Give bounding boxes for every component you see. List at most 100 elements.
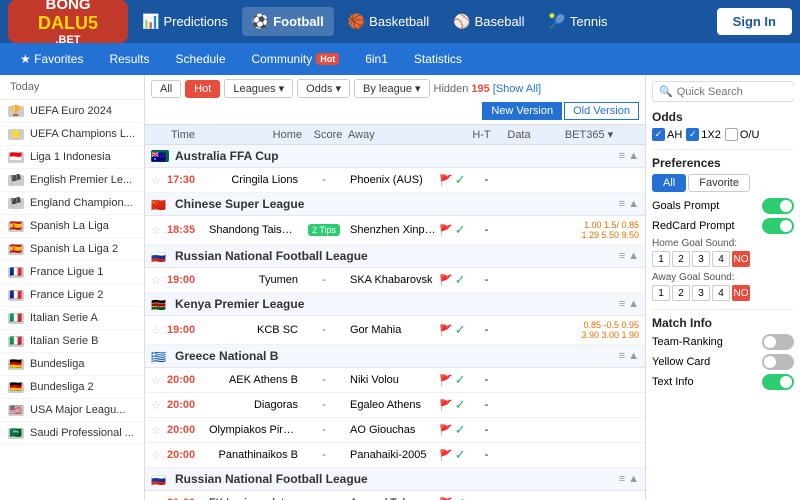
- favorite-star[interactable]: ☆: [151, 274, 167, 287]
- filter-bar: All Hot Leagues ▾ Odds ▾ By league ▾ Hid…: [145, 75, 645, 125]
- odds-check-ou: O/U: [725, 128, 760, 141]
- favorite-star[interactable]: ☆: [151, 374, 167, 387]
- match-time: 20:00: [167, 449, 209, 461]
- league-header-greece[interactable]: 🇬🇷 Greece National B ≡▲: [145, 345, 645, 368]
- favorite-star[interactable]: ☆: [151, 399, 167, 412]
- col-time-header: Time: [171, 129, 216, 141]
- home-goal-sound-label: Home Goal Sound:: [652, 238, 794, 249]
- nav-favorites[interactable]: ★ Favorites: [8, 48, 95, 70]
- away-goal-sound-label: Away Goal Sound:: [652, 272, 794, 283]
- divider: [652, 149, 794, 150]
- match-ht: -: [469, 374, 504, 386]
- sidebar-item-laliga2[interactable]: 🇪🇸 Spanish La Liga 2: [0, 238, 144, 261]
- search-icon: 🔍: [659, 85, 673, 98]
- predictions-icon: 📊: [142, 13, 159, 30]
- sidebar-item-saudi[interactable]: 🇸🇦 Saudi Professional ...: [0, 422, 144, 445]
- redcard-prompt-toggle[interactable]: [762, 218, 794, 234]
- nav-results[interactable]: Results: [97, 48, 161, 70]
- match-ht: -: [469, 324, 504, 336]
- away-sound-4[interactable]: 4: [712, 285, 730, 301]
- away-sound-1[interactable]: 1: [652, 285, 670, 301]
- league-header-kenya[interactable]: 🇰🇪 Kenya Premier League ≡▲: [145, 293, 645, 316]
- away-sound-3[interactable]: 3: [692, 285, 710, 301]
- sidebar-item-ligue1[interactable]: 🇫🇷 France Ligue 1: [0, 261, 144, 284]
- home-sound-2[interactable]: 2: [672, 251, 690, 267]
- filter-all[interactable]: All: [151, 80, 181, 98]
- nav-schedule[interactable]: Schedule: [163, 48, 237, 70]
- nav-basketball[interactable]: 🏀 Basketball: [338, 7, 439, 36]
- league-header-russia1[interactable]: 🇷🇺 Russian National Football League ≡▲: [145, 245, 645, 268]
- filter-hot[interactable]: Hot: [185, 80, 220, 98]
- nav-community[interactable]: Community Hot: [240, 48, 352, 70]
- new-version-btn[interactable]: New Version: [482, 102, 562, 120]
- match-flags: 🚩✓: [439, 397, 469, 413]
- filter-leagues[interactable]: Leagues ▾: [224, 79, 293, 98]
- sidebar-item-bundesliga2[interactable]: 🇩🇪 Bundesliga 2: [0, 376, 144, 399]
- logo-line2: DALU5: [38, 14, 98, 34]
- goals-prompt-toggle[interactable]: [762, 198, 794, 214]
- sidebar-item-bundesliga[interactable]: 🇩🇪 Bundesliga: [0, 353, 144, 376]
- favorite-star[interactable]: ☆: [151, 174, 167, 187]
- pref-tab-favorite[interactable]: Favorite: [688, 174, 750, 192]
- search-input[interactable]: [677, 86, 800, 98]
- ou-checkbox[interactable]: [725, 128, 738, 141]
- match-ht: -: [469, 174, 504, 186]
- nav-football[interactable]: ⚽ Football: [242, 7, 334, 36]
- sidebar-flag: 🇪🇸: [8, 244, 24, 255]
- home-sound-no[interactable]: NO: [732, 251, 750, 267]
- match-flags: 🚩✓: [439, 447, 469, 463]
- text-info-label: Text Info: [652, 376, 694, 388]
- hidden-count: 195: [471, 83, 489, 95]
- favorite-star[interactable]: ☆: [151, 224, 167, 237]
- 1x2-label: 1X2: [701, 129, 721, 141]
- sidebar-item-champions[interactable]: ⭐ UEFA Champions L...: [0, 123, 144, 146]
- home-sound-1[interactable]: 1: [652, 251, 670, 267]
- yellow-card-toggle[interactable]: [762, 354, 794, 370]
- odds-section: Odds ✓ AH ✓ 1X2 O/U: [652, 110, 794, 141]
- nav-6in1[interactable]: 6in1: [353, 48, 400, 70]
- text-info-toggle[interactable]: [762, 374, 794, 390]
- favorite-star[interactable]: ☆: [151, 324, 167, 337]
- league-header-australia[interactable]: 🇦🇺 Australia FFA Cup ≡▲: [145, 145, 645, 168]
- nav-baseball[interactable]: ⚾ Baseball: [443, 7, 534, 36]
- match-row: ☆ 20:00 Olympiakos Piraeus B - AO Giouch…: [145, 418, 645, 443]
- nav-predictions[interactable]: 📊 Predictions: [132, 7, 238, 36]
- favorite-star[interactable]: ☆: [151, 449, 167, 462]
- sidebar-item-liga1[interactable]: 🇮🇩 Liga 1 Indonesia: [0, 146, 144, 169]
- league-header-china[interactable]: 🇨🇳 Chinese Super League ≡▲: [145, 193, 645, 216]
- sidebar-item-laliga[interactable]: 🇪🇸 Spanish La Liga: [0, 215, 144, 238]
- sidebar-item-serieb[interactable]: 🇮🇹 Italian Serie B: [0, 330, 144, 353]
- league-header-russia2[interactable]: 🇷🇺 Russian National Football League ≡▲: [145, 468, 645, 491]
- away-sound-2[interactable]: 2: [672, 285, 690, 301]
- sidebar-item-seriea[interactable]: 🇮🇹 Italian Serie A: [0, 307, 144, 330]
- second-navigation: ★ Favorites Results Schedule Community H…: [0, 43, 800, 75]
- nav-statistics[interactable]: Statistics: [402, 48, 474, 70]
- home-sound-4[interactable]: 4: [712, 251, 730, 267]
- match-flags: 🚩✓: [439, 172, 469, 188]
- match-time: 20:00: [167, 374, 209, 386]
- filter-odds[interactable]: Odds ▾: [297, 79, 350, 98]
- 1x2-checkbox[interactable]: ✓: [686, 128, 699, 141]
- nav-tennis[interactable]: 🎾 Tennis: [538, 7, 617, 36]
- logo-line1: BONG: [38, 0, 98, 14]
- favorite-star[interactable]: ☆: [151, 424, 167, 437]
- sidebar-flag: 🇫🇷: [8, 290, 24, 301]
- sidebar-item-mls[interactable]: 🇺🇸 USA Major Leagu...: [0, 399, 144, 422]
- match-home: Cringila Lions: [209, 174, 304, 186]
- away-sound-no[interactable]: NO: [732, 285, 750, 301]
- ah-checkbox[interactable]: ✓: [652, 128, 665, 141]
- sidebar-item-premier[interactable]: 🏴 English Premier Le...: [0, 169, 144, 192]
- pref-tab-all[interactable]: All: [652, 174, 686, 192]
- show-all-link[interactable]: [Show All]: [493, 83, 541, 95]
- team-ranking-toggle[interactable]: [762, 334, 794, 350]
- filter-by-league[interactable]: By league ▾: [354, 79, 430, 98]
- league-name-greece: Greece National B: [175, 349, 619, 363]
- sidebar-item-uefa-euro[interactable]: 🏆 UEFA Euro 2024: [0, 100, 144, 123]
- sidebar-item-england-champ[interactable]: 🏴 England Champion...: [0, 192, 144, 215]
- sidebar-item-ligue2[interactable]: 🇫🇷 France Ligue 2: [0, 284, 144, 307]
- sign-in-button[interactable]: Sign In: [717, 8, 792, 35]
- old-version-btn[interactable]: Old Version: [564, 102, 639, 120]
- favorite-star[interactable]: ☆: [151, 497, 167, 500]
- match-ht: -: [469, 224, 504, 236]
- home-sound-3[interactable]: 3: [692, 251, 710, 267]
